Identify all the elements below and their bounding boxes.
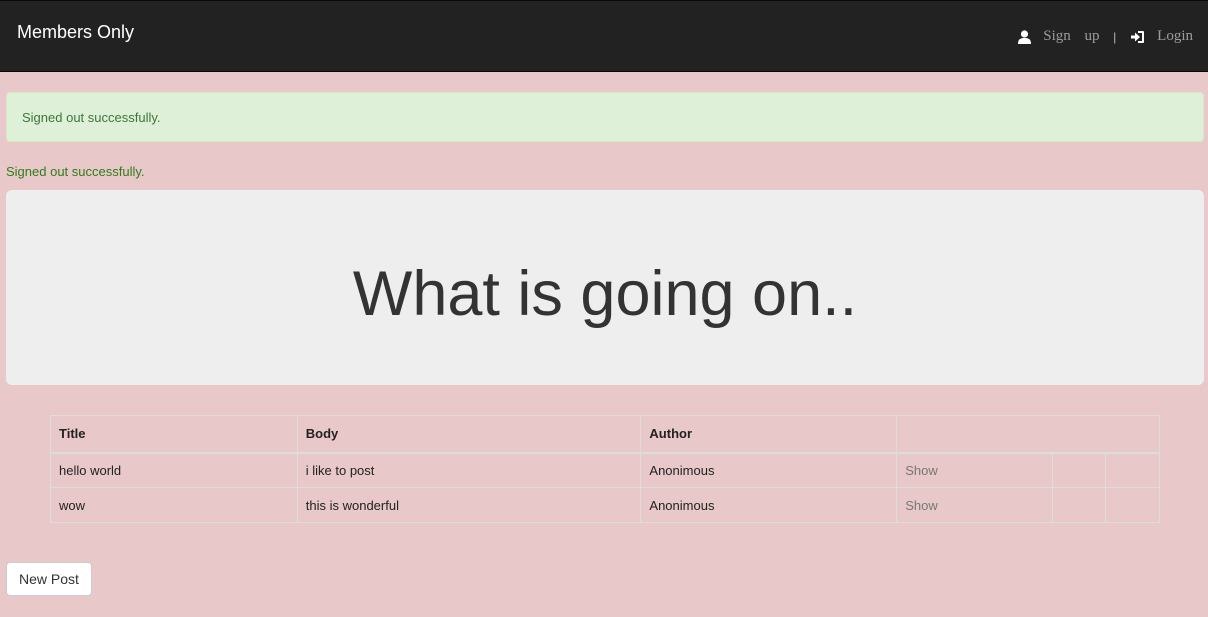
nav-separator: | [1113, 28, 1117, 44]
empty-action-cell [1105, 452, 1160, 488]
column-header-author: Author [640, 415, 898, 454]
show-post-link[interactable]: Show [905, 463, 938, 478]
posts-table: Title Body Author hello world i like to … [50, 415, 1160, 523]
show-action-cell: Show [896, 487, 1054, 523]
navbar: Members Only Sign up | Login [0, 0, 1208, 72]
empty-action-cell [1052, 452, 1106, 488]
table-header-row: Title Body Author [50, 415, 1160, 454]
login-label: Login [1157, 28, 1193, 44]
jumbotron: What is going on.. [6, 190, 1204, 385]
post-title-cell: hello world [50, 452, 298, 488]
new-post-button[interactable]: New Post [6, 562, 92, 596]
column-header-title: Title [50, 415, 298, 454]
empty-action-cell [1052, 487, 1106, 523]
empty-action-cell [1105, 487, 1160, 523]
show-post-link[interactable]: Show [905, 498, 938, 513]
signup-label: Sign up [1043, 28, 1100, 44]
post-author-cell: Anonimous [640, 452, 898, 488]
log-in-icon [1131, 30, 1145, 43]
flash-message: Signed out successfully. [22, 110, 161, 125]
post-title-cell: wow [50, 487, 298, 523]
column-header-body: Body [296, 415, 642, 454]
notice-text: Signed out successfully. [6, 164, 145, 179]
brand-link[interactable]: Members Only [17, 22, 134, 43]
show-action-cell: Show [896, 452, 1054, 488]
table-row: wow this is wonderful Anonimous Show [50, 487, 1160, 523]
post-body-cell: i like to post [296, 452, 642, 488]
post-body-cell: this is wonderful [296, 487, 642, 523]
post-author-cell: Anonimous [640, 487, 898, 523]
column-header-actions [896, 415, 1160, 454]
user-icon [1018, 29, 1032, 44]
table-row: hello world i like to post Anonimous Sho… [50, 452, 1160, 488]
signup-link[interactable]: Sign up [1018, 28, 1100, 45]
navbar-right-links: Sign up | Login [1018, 28, 1193, 45]
login-link[interactable]: Login [1130, 28, 1193, 45]
flash-alert: Signed out successfully. [6, 92, 1204, 142]
page-heading: What is going on.. [352, 258, 858, 329]
